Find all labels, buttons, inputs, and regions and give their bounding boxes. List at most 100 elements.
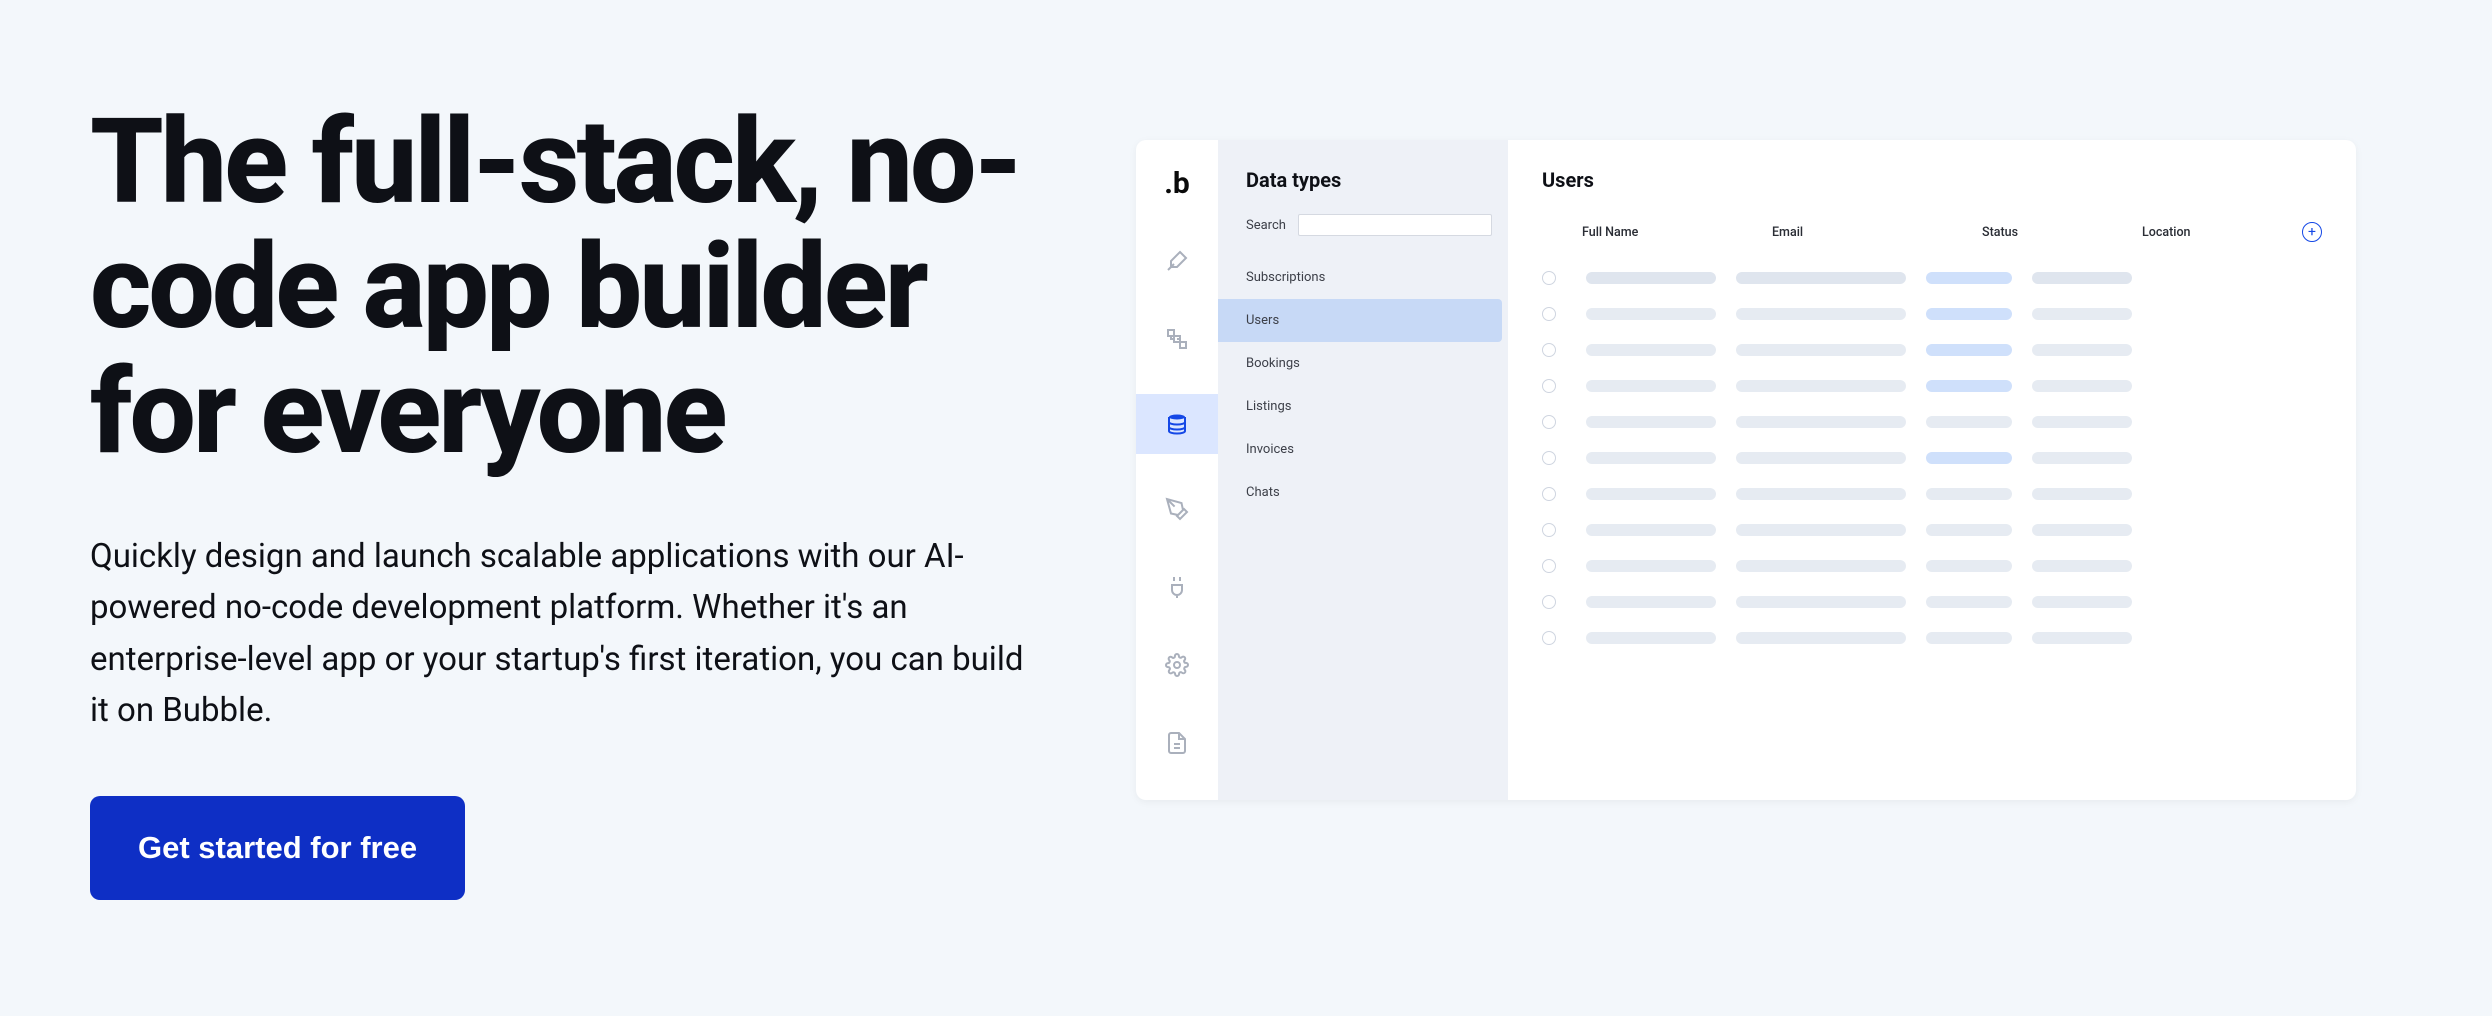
table-row[interactable] [1542, 260, 2322, 296]
hero-title: The full-stack, no-code app builder for … [90, 100, 1090, 475]
plugins-icon[interactable] [1154, 564, 1200, 610]
row-select-radio[interactable] [1542, 487, 1556, 501]
cell-placeholder [1926, 416, 2012, 428]
cell-placeholder [2032, 560, 2132, 572]
app-frame: .b [1136, 140, 2356, 800]
row-select-radio[interactable] [1542, 307, 1556, 321]
cell-placeholder [1926, 596, 2012, 608]
cell-placeholder [2032, 632, 2132, 644]
cell-placeholder [1586, 380, 1716, 392]
logs-icon[interactable] [1154, 720, 1200, 766]
cell-placeholder [1926, 452, 2012, 464]
data-icon[interactable] [1136, 394, 1218, 454]
table-row[interactable] [1542, 512, 2322, 548]
row-select-radio[interactable] [1542, 379, 1556, 393]
hero-body: Quickly design and launch scalable appli… [90, 531, 1040, 736]
data-type-users[interactable]: Users [1218, 299, 1502, 342]
cell-placeholder [1586, 308, 1716, 320]
cell-placeholder [1586, 596, 1716, 608]
table-row[interactable] [1542, 440, 2322, 476]
cell-placeholder [1736, 452, 1906, 464]
data-table-panel: Users Full Name Email Status Location + [1508, 140, 2356, 800]
cell-placeholder [1586, 344, 1716, 356]
cell-placeholder [2032, 488, 2132, 500]
cell-placeholder [1586, 524, 1716, 536]
cell-placeholder [1926, 344, 2012, 356]
cell-placeholder [1926, 560, 2012, 572]
cell-placeholder [2032, 416, 2132, 428]
search-label: Search [1246, 218, 1286, 233]
cell-placeholder [1586, 632, 1716, 644]
table-body [1542, 260, 2322, 656]
cell-placeholder [1926, 380, 2012, 392]
cell-placeholder [2032, 452, 2132, 464]
cell-placeholder [2032, 524, 2132, 536]
cell-placeholder [2032, 344, 2132, 356]
cell-placeholder [1586, 272, 1716, 284]
cell-placeholder [1586, 560, 1716, 572]
data-type-chats[interactable]: Chats [1218, 471, 1508, 514]
table-row[interactable] [1542, 476, 2322, 512]
data-type-invoices[interactable]: Invoices [1218, 428, 1508, 471]
design-icon[interactable] [1154, 238, 1200, 284]
column-status: Status [1982, 225, 2122, 240]
table-title: Users [1542, 168, 2322, 192]
table-header: Full Name Email Status Location + [1542, 222, 2322, 242]
sidebar-title: Data types [1218, 168, 1508, 214]
data-type-bookings[interactable]: Bookings [1218, 342, 1508, 385]
cell-placeholder [1736, 416, 1906, 428]
row-select-radio[interactable] [1542, 559, 1556, 573]
cell-placeholder [1586, 452, 1716, 464]
add-column-button[interactable]: + [2302, 222, 2322, 242]
cell-placeholder [1736, 380, 1906, 392]
column-full-name: Full Name [1582, 225, 1752, 240]
row-select-radio[interactable] [1542, 595, 1556, 609]
row-select-radio[interactable] [1542, 451, 1556, 465]
cell-placeholder [1736, 560, 1906, 572]
settings-icon[interactable] [1154, 642, 1200, 688]
table-row[interactable] [1542, 548, 2322, 584]
cell-placeholder [1926, 524, 2012, 536]
cell-placeholder [1926, 488, 2012, 500]
cell-placeholder [1736, 344, 1906, 356]
row-select-radio[interactable] [1542, 631, 1556, 645]
table-row[interactable] [1542, 332, 2322, 368]
row-select-radio[interactable] [1542, 343, 1556, 357]
search-input[interactable] [1298, 214, 1492, 236]
cell-placeholder [1586, 488, 1716, 500]
cell-placeholder [1736, 524, 1906, 536]
hero-copy: The full-stack, no-code app builder for … [90, 100, 1090, 900]
data-type-listings[interactable]: Listings [1218, 385, 1508, 428]
cell-placeholder [2032, 380, 2132, 392]
cell-placeholder [1926, 308, 2012, 320]
table-row[interactable] [1542, 404, 2322, 440]
table-row[interactable] [1542, 584, 2322, 620]
cell-placeholder [1736, 488, 1906, 500]
cell-placeholder [1736, 596, 1906, 608]
row-select-radio[interactable] [1542, 271, 1556, 285]
workflow-icon[interactable] [1154, 316, 1200, 362]
cell-placeholder [2032, 308, 2132, 320]
row-select-radio[interactable] [1542, 523, 1556, 537]
cell-placeholder [2032, 596, 2132, 608]
cell-placeholder [1586, 416, 1716, 428]
data-type-subscriptions[interactable]: Subscriptions [1218, 256, 1508, 299]
table-row[interactable] [1542, 620, 2322, 656]
cell-placeholder [1736, 632, 1906, 644]
column-email: Email [1772, 225, 1962, 240]
data-types-sidebar: Data types Search Subscriptions Users Bo… [1218, 140, 1508, 800]
cell-placeholder [2032, 272, 2132, 284]
row-select-radio[interactable] [1542, 415, 1556, 429]
table-row[interactable] [1542, 368, 2322, 404]
cell-placeholder [1736, 272, 1906, 284]
app-rail: .b [1136, 140, 1218, 800]
styles-icon[interactable] [1154, 486, 1200, 532]
get-started-button[interactable]: Get started for free [90, 796, 465, 900]
table-row[interactable] [1542, 296, 2322, 332]
cell-placeholder [1926, 632, 2012, 644]
cell-placeholder [1736, 308, 1906, 320]
bubble-logo-icon: .b [1154, 160, 1200, 206]
column-location: Location [2142, 225, 2252, 240]
cell-placeholder [1926, 272, 2012, 284]
hero-illustration: .b [1090, 100, 2402, 800]
